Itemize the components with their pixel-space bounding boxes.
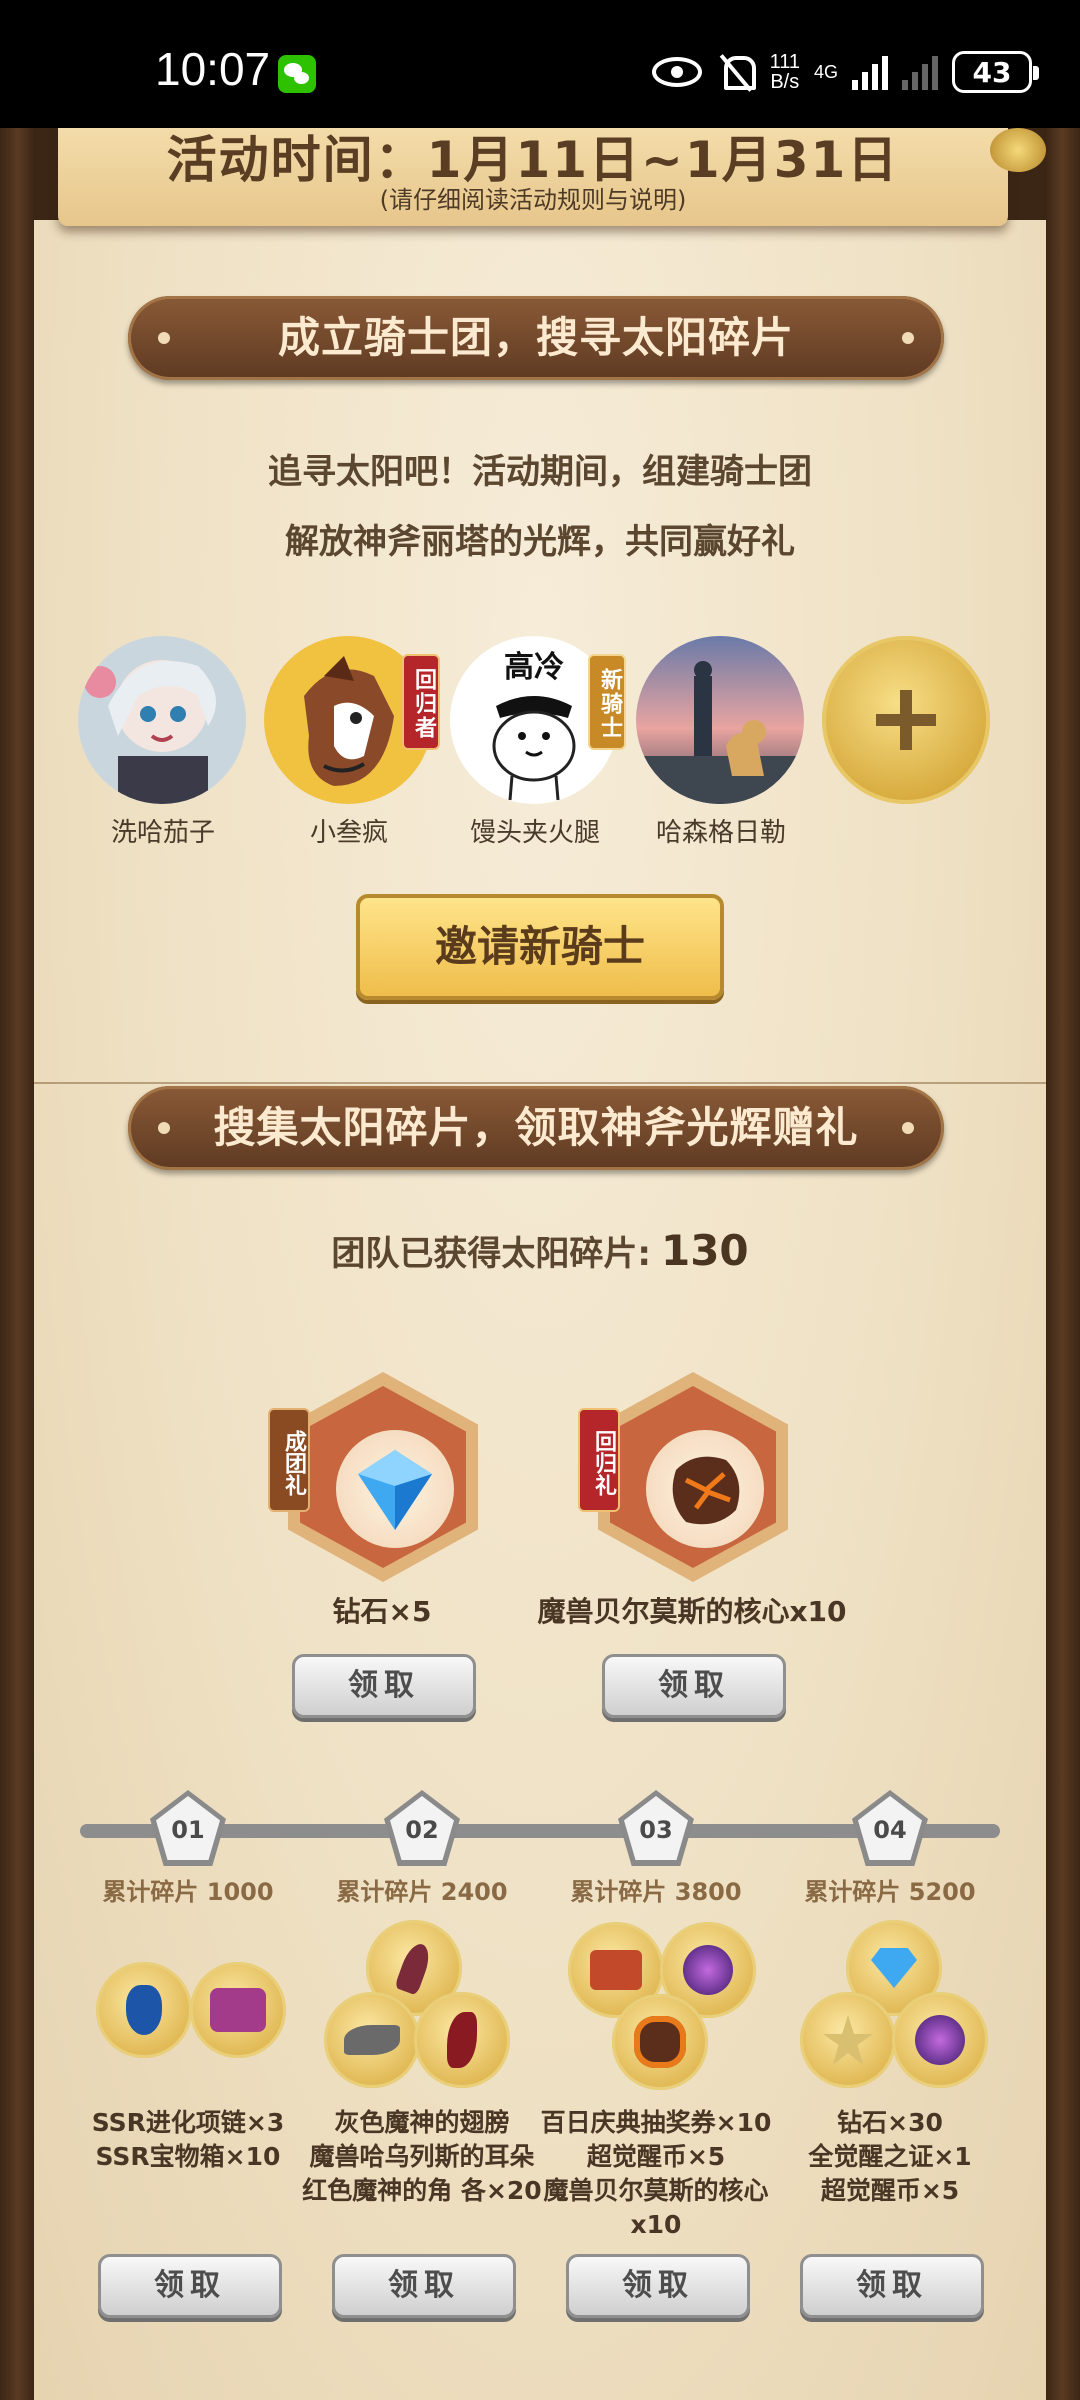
member-card[interactable]: 洗哈茄子 [78,636,248,849]
treasure-chest-icon [190,1962,286,2058]
milestone-rewards-03: 百日庆典抽奖券×10 超觉醒币×5 魔兽贝尔莫斯的核心 x10 [540,2108,772,2239]
milestone-rewards-01: SSR进化项链×3 SSR宝物箱×10 [91,2108,285,2171]
shards-count: 130 [660,1226,749,1275]
milestone-rewards-04: 钻石×30 全觉醒之证×1 超觉醒币×5 [808,2108,972,2205]
milestone-label: 累计碎片 1000 [102,1878,274,1906]
plus-icon[interactable] [822,636,990,804]
member-name: 哈森格日勒 [655,818,786,848]
hex-frame [288,1372,478,1582]
network-speed: 111 B/s [769,51,800,93]
status-time: 10:07 [155,43,271,95]
add-member-slot[interactable] [822,636,992,804]
avatar[interactable] [636,636,804,804]
awakening-proof-icon [800,1992,896,2088]
milestone-label: 累计碎片 3800 [570,1878,742,1906]
network-type: 4G [813,61,838,82]
signal-icon [852,54,888,90]
section-divider [34,1082,1046,1084]
member-name: 馒头夹火腿 [469,818,600,848]
claim-button[interactable]: 领取 [98,2254,282,2318]
wechat-notification-icon [278,55,316,93]
eye-icon [651,57,702,87]
event-rules-hint: (请仔细阅读活动规则与说明) [379,186,687,214]
returner-gift-tag: 回归礼 [578,1408,620,1512]
hex-frame [598,1372,788,1582]
awakening-coin-icon [892,1992,988,2088]
member-name: 小叁疯 [309,818,388,848]
member-card[interactable]: 哈森格日勒 [636,636,806,849]
section-header-rewards: 搜集太阳碎片，领取神斧光辉赠礼 [128,1086,944,1170]
new-knight-tag: 新骑士 [588,654,626,750]
avatar[interactable] [78,636,246,804]
section1-desc-line1: 追寻太阳吧！活动期间，组建骑士团 [268,452,812,492]
member-card[interactable]: 回归者 小叁疯 [264,636,440,849]
signal-sim2-icon [902,54,938,90]
ear-icon [414,1992,510,2088]
coin-decoration-icon [990,128,1046,172]
necklace-icon [96,1962,192,2058]
section1-desc-line2: 解放神斧丽塔的光辉，共同赢好礼 [285,522,795,562]
status-bar: 10:07 111 B/s 4G 43 [0,0,1080,128]
reward-name: 魔兽贝尔莫斯的核心x10 [537,1595,847,1628]
mute-bell-icon [716,52,756,92]
claim-button[interactable]: 领取 [800,2254,984,2318]
claim-button[interactable]: 领取 [292,1654,476,1718]
claim-button[interactable]: 领取 [566,2254,750,2318]
wing-icon [324,1992,420,2088]
invite-knight-button[interactable]: 邀请新骑士 [356,894,724,1000]
event-time-banner: 活动时间：1月11日~1月31日 (请仔细阅读活动规则与说明) [58,128,1008,226]
claim-button[interactable]: 领取 [602,1654,786,1718]
shards-label: 团队已获得太阳碎片: [331,1234,651,1274]
returner-gift: 回归礼 [578,1372,788,1582]
member-card[interactable]: 高冷 新骑士 馒头夹火腿 [450,636,626,849]
team-members: 洗哈茄子 回归者 小叁疯 高冷 新骑士 馒头夹火腿 哈森格日勒 [78,636,1002,856]
team-shards: 团队已获得太阳碎片: 130 [0,1226,1080,1275]
diamond-icon [358,1450,432,1530]
team-gift-tag: 成团礼 [268,1408,310,1512]
section-header-knights: 成立骑士团，搜寻太阳碎片 [128,296,944,380]
milestone-label: 累计碎片 5200 [804,1878,976,1906]
returner-tag: 回归者 [402,654,440,750]
member-name: 洗哈茄子 [110,818,215,848]
claim-button[interactable]: 领取 [332,2254,516,2318]
beast-core-icon [612,1994,708,2090]
status-icons: 111 B/s 4G 43 [651,48,1039,96]
team-gift: 成团礼 [268,1372,478,1582]
beast-core-icon [672,1456,740,1525]
milestone-rewards-02: 灰色魔神的翅膀 魔兽哈乌列斯的耳朵 红色魔神的角 各×20 [302,2108,542,2205]
milestone-label: 累计碎片 2400 [336,1878,508,1906]
battery-icon: 43 [952,51,1039,93]
